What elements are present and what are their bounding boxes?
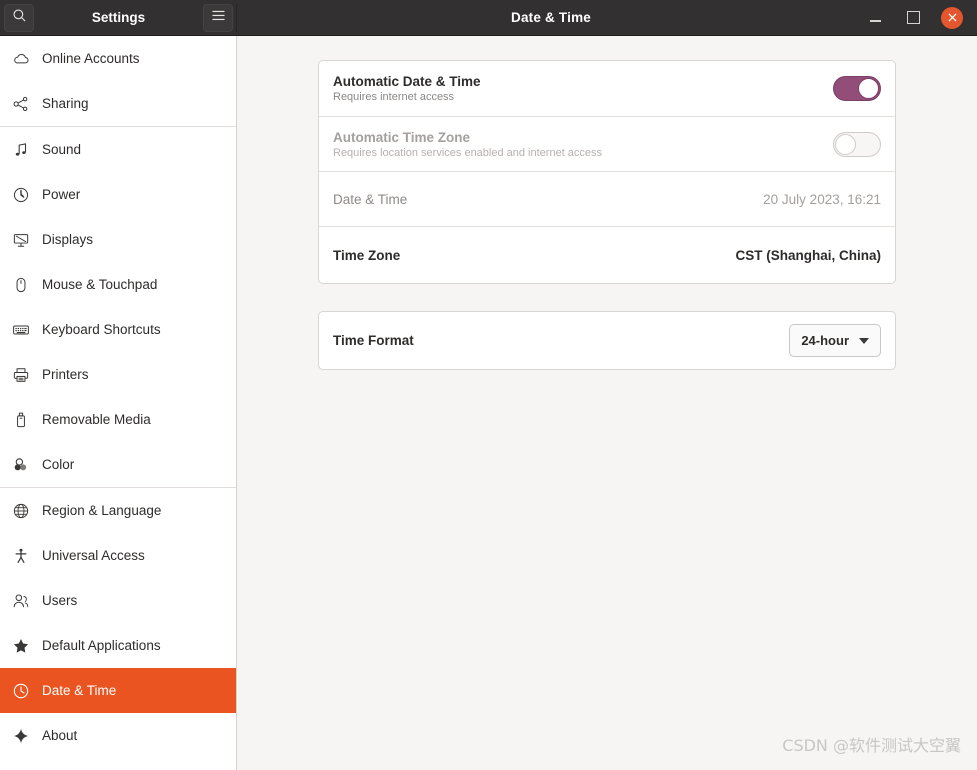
sidebar-item-power[interactable]: Power xyxy=(0,172,236,217)
sidebar-item-label: Sharing xyxy=(42,96,89,111)
music-note-icon xyxy=(12,141,30,159)
sidebar-item-date-time[interactable]: Date & Time xyxy=(0,668,236,713)
sparkle-icon xyxy=(12,727,30,745)
sidebar-item-label: Power xyxy=(42,187,81,202)
row-automatic-time-zone[interactable]: Automatic Time Zone Requires location se… xyxy=(319,116,895,171)
sidebar-item-users[interactable]: Users xyxy=(0,578,236,623)
sidebar-item-label: Printers xyxy=(42,367,89,382)
date-time-value: 20 July 2023, 16:21 xyxy=(763,191,881,207)
sidebar-item-label: Universal Access xyxy=(42,548,145,563)
sidebar-item-color[interactable]: Color xyxy=(0,442,236,487)
automatic-date-time-label: Automatic Date & Time xyxy=(333,74,481,89)
sidebar-item-printers[interactable]: Printers xyxy=(0,352,236,397)
users-icon xyxy=(12,592,30,610)
star-icon xyxy=(12,637,30,655)
sidebar-item-label: Removable Media xyxy=(42,412,151,427)
titlebar-sidebar-section: Settings xyxy=(0,0,237,36)
cloud-icon xyxy=(12,50,30,68)
sidebar-item-removable-media[interactable]: Removable Media xyxy=(0,397,236,442)
sidebar-item-keyboard-shortcuts[interactable]: Keyboard Shortcuts xyxy=(0,307,236,352)
power-icon xyxy=(12,186,30,204)
sidebar-item-sharing[interactable]: Sharing xyxy=(0,81,236,126)
time-zone-label: Time Zone xyxy=(333,247,401,263)
sidebar-item-label: Default Applications xyxy=(42,638,161,653)
search-icon xyxy=(12,8,27,28)
row-time-format: Time Format 24-hour xyxy=(319,312,895,369)
date-time-label: Date & Time xyxy=(333,191,408,207)
window-controls xyxy=(865,6,977,29)
settings-window: Settings Date & Time Online Accounts Sha… xyxy=(0,0,977,770)
time-zone-value: CST (Shanghai, China) xyxy=(735,247,881,263)
time-format-dropdown[interactable]: 24-hour xyxy=(789,324,881,357)
sidebar-item-label: About xyxy=(42,728,78,743)
sidebar-item-label: Online Accounts xyxy=(42,51,140,66)
sidebar-item-default-applications[interactable]: Default Applications xyxy=(0,623,236,668)
toggle-knob xyxy=(835,133,856,155)
usb-drive-icon xyxy=(12,411,30,429)
clock-icon xyxy=(12,682,30,700)
datetime-settings-card: Automatic Date & Time Requires internet … xyxy=(318,60,896,284)
automatic-time-zone-description: Requires location services enabled and i… xyxy=(333,146,603,159)
keyboard-icon xyxy=(12,321,30,339)
sidebar-item-online-accounts[interactable]: Online Accounts xyxy=(0,36,236,81)
sidebar-item-about[interactable]: About xyxy=(0,713,236,758)
page-title: Date & Time xyxy=(511,10,591,25)
maximize-button[interactable] xyxy=(903,8,923,28)
mouse-icon xyxy=(12,276,30,294)
titlebar: Settings Date & Time xyxy=(0,0,977,36)
globe-icon xyxy=(12,502,30,520)
sidebar-item-label: Displays xyxy=(42,232,94,247)
sidebar-item-region-language[interactable]: Region & Language xyxy=(0,488,236,533)
automatic-date-time-description: Requires internet access xyxy=(333,91,455,103)
printer-icon xyxy=(12,366,30,384)
watermark: CSDN @软件测试大空翼 xyxy=(782,736,961,755)
color-circles-icon xyxy=(12,456,30,474)
hamburger-menu-icon xyxy=(211,9,226,27)
sidebar-item-label: Keyboard Shortcuts xyxy=(42,322,161,337)
share-nodes-icon xyxy=(12,95,30,113)
row-date-time[interactable]: Date & Time 20 July 2023, 16:21 xyxy=(319,171,895,226)
time-format-selected-value: 24-hour xyxy=(801,333,849,348)
settings-title: Settings xyxy=(91,10,146,25)
monitor-icon xyxy=(12,231,30,249)
sidebar-nav: Online Accounts Sharing Sound Power Displays… xyxy=(0,36,237,770)
minimize-button[interactable] xyxy=(865,8,885,28)
window-body: Online Accounts Sharing Sound Power Displays… xyxy=(0,36,977,770)
automatic-time-zone-label: Automatic Time Zone xyxy=(333,129,471,145)
row-time-zone[interactable]: Time Zone CST (Shanghai, China) xyxy=(319,226,895,283)
row-automatic-date-time[interactable]: Automatic Date & Time Requires internet … xyxy=(319,61,895,116)
sidebar-item-universal-access[interactable]: Universal Access xyxy=(0,533,236,578)
close-button[interactable] xyxy=(941,6,963,29)
automatic-time-zone-toggle[interactable] xyxy=(833,131,881,157)
sidebar-item-label: Color xyxy=(42,457,75,472)
search-button[interactable] xyxy=(4,3,34,32)
time-format-card: Time Format 24-hour xyxy=(318,311,896,370)
sidebar-item-label: Users xyxy=(42,593,78,608)
chevron-down-icon xyxy=(859,337,869,344)
sidebar-item-label: Sound xyxy=(42,142,82,157)
sidebar-item-label: Date & Time xyxy=(42,683,117,698)
sidebar-item-label: Region & Language xyxy=(42,503,162,518)
toggle-knob xyxy=(858,78,879,99)
automatic-date-time-toggle[interactable] xyxy=(833,76,881,101)
content-area: Automatic Date & Time Requires internet … xyxy=(237,36,977,770)
accessibility-person-icon xyxy=(12,547,30,565)
sidebar-item-label: Mouse & Touchpad xyxy=(42,277,158,292)
sidebar-item-mouse-touchpad[interactable]: Mouse & Touchpad xyxy=(0,262,236,307)
sidebar-item-displays[interactable]: Displays xyxy=(0,217,236,262)
time-format-label: Time Format xyxy=(333,333,414,348)
sidebar-item-sound[interactable]: Sound xyxy=(0,127,236,172)
menu-button[interactable] xyxy=(203,3,233,32)
